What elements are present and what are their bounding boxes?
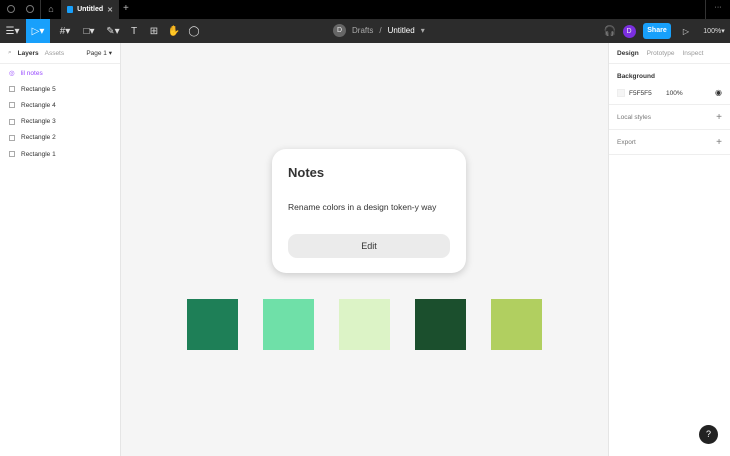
- plus-icon[interactable]: +: [716, 130, 722, 155]
- color-swatch-5[interactable]: [491, 299, 542, 350]
- text-tool-icon[interactable]: T: [126, 19, 142, 43]
- layer-label: Rectangle 5: [21, 85, 56, 93]
- help-button[interactable]: ?: [699, 425, 718, 444]
- tab-label: Untitled: [77, 6, 104, 13]
- eye-icon[interactable]: ◉: [715, 88, 722, 97]
- move-tool-icon[interactable]: ▷▾: [26, 19, 50, 43]
- layer-label: Rectangle 3: [21, 118, 56, 126]
- layer-item[interactable]: Rectangle 5: [0, 81, 120, 97]
- local-styles-label: Local styles: [617, 114, 651, 121]
- layers-panel: ⌕ Layers Assets Page 1 ▾ ◎ lil notes Rect…: [0, 43, 121, 456]
- tab-assets[interactable]: Assets: [45, 50, 65, 57]
- window-dot-icon[interactable]: [7, 5, 15, 13]
- main-menu-icon[interactable]: ☰▾: [0, 19, 25, 43]
- rectangle-icon: [9, 102, 15, 109]
- separator: /: [379, 26, 382, 35]
- properties-panel: Design Prototype Inspect Background F5F5…: [608, 43, 730, 456]
- tab-inspect[interactable]: Inspect: [683, 50, 704, 57]
- card-title: Notes: [288, 165, 325, 180]
- background-swatch[interactable]: [617, 89, 625, 97]
- edit-button[interactable]: Edit: [288, 234, 450, 258]
- card-body: Rename colors in a design token-y way: [288, 202, 437, 212]
- layer-item[interactable]: Rectangle 4: [0, 97, 120, 113]
- color-swatch-2[interactable]: [263, 299, 314, 350]
- export-label: Export: [617, 139, 636, 146]
- layer-label: lil notes: [20, 69, 43, 77]
- tab-prototype[interactable]: Prototype: [647, 50, 675, 57]
- color-swatch-4[interactable]: [415, 299, 466, 350]
- background-opacity-input[interactable]: 100%: [666, 90, 683, 97]
- home-icon[interactable]: ⌂: [40, 0, 61, 19]
- layer-item[interactable]: Rectangle 1: [0, 146, 120, 162]
- background-hex-input[interactable]: F5F5F5: [629, 90, 652, 97]
- team-avatar: D: [333, 24, 346, 37]
- comment-tool-icon[interactable]: ◯: [186, 19, 202, 43]
- resources-icon[interactable]: ⊞: [146, 19, 162, 43]
- zoom-value: 100%: [703, 27, 722, 35]
- color-swatch-3[interactable]: [339, 299, 390, 350]
- tab-untitled[interactable]: Untitled ✕: [61, 0, 119, 19]
- rectangle-icon: [9, 86, 15, 93]
- tab-bar: ⌂ Untitled ✕ + ···: [0, 0, 730, 19]
- file-name[interactable]: Untitled: [388, 26, 415, 35]
- window-dot-icon[interactable]: [26, 5, 34, 13]
- hand-tool-icon[interactable]: ✋: [166, 19, 182, 43]
- avatar-initial: D: [622, 24, 636, 38]
- user-avatar[interactable]: D: [622, 19, 636, 43]
- close-icon[interactable]: ✕: [107, 6, 113, 14]
- frame-tool-icon[interactable]: #▾: [54, 19, 76, 43]
- rectangle-icon: [9, 134, 15, 141]
- plus-icon[interactable]: +: [716, 105, 722, 130]
- background-label: Background: [617, 73, 655, 80]
- file-icon: [67, 6, 74, 13]
- layer-item[interactable]: Rectangle 2: [0, 130, 120, 146]
- layer-label: Rectangle 4: [21, 101, 56, 109]
- present-icon[interactable]: ▷: [680, 19, 692, 43]
- pen-tool-icon[interactable]: ✎▾: [102, 19, 124, 43]
- new-tab-icon[interactable]: +: [123, 3, 129, 14]
- component-icon: ◎: [9, 70, 15, 78]
- share-button[interactable]: Share: [643, 23, 671, 39]
- folder-link[interactable]: Drafts: [352, 26, 373, 35]
- layer-item[interactable]: ◎ lil notes: [0, 65, 120, 81]
- notes-card[interactable]: Notes Rename colors in a design token-y …: [272, 149, 466, 273]
- page-label: Page 1: [86, 50, 107, 57]
- more-icon[interactable]: ···: [705, 0, 730, 19]
- tab-design[interactable]: Design: [617, 50, 639, 57]
- headphones-icon[interactable]: 🎧: [603, 19, 617, 43]
- layer-item[interactable]: Rectangle 3: [0, 114, 120, 130]
- page-dropdown[interactable]: Page 1 ▾: [86, 49, 112, 57]
- color-swatch-1[interactable]: [187, 299, 238, 350]
- layer-label: Rectangle 1: [21, 150, 56, 158]
- breadcrumb: D Drafts / Untitled ▾: [333, 24, 425, 37]
- shape-tool-icon[interactable]: □▾: [78, 19, 100, 43]
- rectangle-icon: [9, 118, 15, 125]
- search-icon[interactable]: ⌕: [8, 49, 12, 57]
- layer-label: Rectangle 2: [21, 134, 56, 142]
- chevron-down-icon[interactable]: ▾: [421, 26, 425, 35]
- zoom-dropdown[interactable]: 100% ▾: [700, 19, 728, 43]
- tab-layers[interactable]: Layers: [18, 50, 39, 57]
- toolbar: ☰▾ ▷▾ #▾ □▾ ✎▾ T ⊞ ✋ ◯ D Drafts / Untitl…: [0, 19, 730, 43]
- rectangle-icon: [9, 151, 15, 158]
